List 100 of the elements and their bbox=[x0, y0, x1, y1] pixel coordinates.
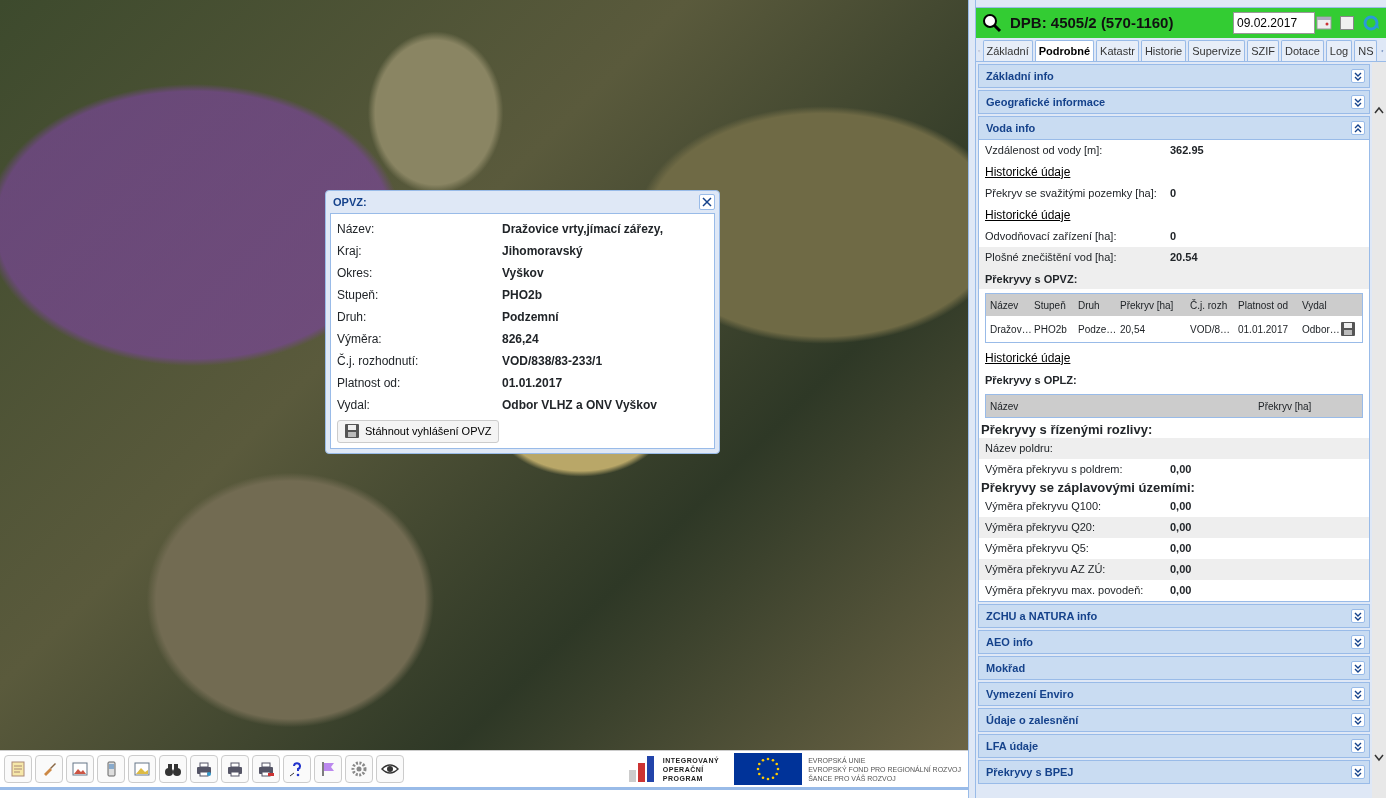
toolbar-button[interactable] bbox=[221, 755, 249, 783]
field-label: Vzdálenost od vody [m]: bbox=[985, 143, 1104, 159]
section-title: Překryvy s BPEJ bbox=[986, 764, 1074, 780]
field-value: 826,24 bbox=[502, 331, 540, 348]
column-header: Název bbox=[990, 399, 1020, 414]
subheading: Překryvy s OPLZ: bbox=[984, 373, 1078, 388]
field-label: Výměra překryvu s poldrem: bbox=[985, 462, 1124, 478]
toolbar-button[interactable] bbox=[252, 755, 280, 783]
section-header[interactable]: Údaje o zalesnění bbox=[978, 708, 1370, 732]
expand-button[interactable] bbox=[1351, 739, 1365, 753]
section-header[interactable]: AEO info bbox=[978, 630, 1370, 654]
gear-icon bbox=[350, 760, 368, 778]
section-header[interactable]: Voda info bbox=[978, 116, 1370, 140]
section-header[interactable]: Vymezení Enviro bbox=[978, 682, 1370, 706]
tab[interactable]: Dotace bbox=[1281, 40, 1324, 61]
column-header: Překryv [ha] bbox=[1258, 399, 1313, 414]
field-value: 0,00 bbox=[1170, 583, 1193, 599]
section-header[interactable]: Geografické informace bbox=[978, 90, 1370, 114]
printer-icon bbox=[195, 760, 213, 778]
tab[interactable]: SZIF bbox=[1247, 40, 1279, 61]
section-header[interactable]: Mokřad bbox=[978, 656, 1370, 680]
section-title: ZCHU a NATURA info bbox=[986, 608, 1098, 624]
expand-button[interactable] bbox=[1351, 687, 1365, 701]
field-label: Název: bbox=[337, 221, 376, 238]
picture-icon bbox=[71, 760, 89, 778]
printer-icon bbox=[226, 760, 244, 778]
column-header: Překryv [ha] bbox=[1120, 298, 1175, 313]
toolbar-button[interactable] bbox=[190, 755, 218, 783]
section-title: Mokřad bbox=[986, 660, 1026, 676]
field-label: Č.j. rozhodnutí: bbox=[337, 352, 420, 370]
tab[interactable]: Log bbox=[1325, 40, 1353, 61]
expand-button[interactable] bbox=[1351, 765, 1365, 779]
expand-button[interactable] bbox=[1351, 661, 1365, 675]
popup-title: OPVZ: bbox=[333, 194, 367, 210]
field-label: Vydal: bbox=[337, 397, 371, 414]
field-label: Výměra překryvu Q5: bbox=[985, 541, 1090, 557]
collapse-button[interactable] bbox=[1351, 121, 1365, 135]
table-cell-text: 20,54 bbox=[1120, 322, 1147, 337]
tab[interactable]: NS bbox=[1354, 40, 1378, 61]
column-header: Vydal bbox=[1302, 298, 1328, 313]
search-icon bbox=[982, 13, 1002, 33]
field-value: 0,00 bbox=[1170, 541, 1193, 557]
tab[interactable]: Podrobné bbox=[1034, 40, 1095, 61]
section-header[interactable]: ZCHU a NATURA info bbox=[978, 604, 1370, 628]
field-label: Výměra překryvu Q20: bbox=[985, 520, 1097, 536]
history-link[interactable]: Historické údaje bbox=[979, 204, 1077, 226]
field-label: Stupeň: bbox=[337, 287, 380, 304]
section-title: Údaje o zalesnění bbox=[986, 712, 1079, 728]
group-heading: Překryvy s řízenými rozlivy: bbox=[980, 422, 1154, 438]
expand-button[interactable] bbox=[1351, 635, 1365, 649]
tab[interactable]: Katastr bbox=[1096, 40, 1139, 61]
section-title: Základní info bbox=[986, 68, 1054, 84]
field-value: 0 bbox=[1170, 229, 1178, 245]
checkbox[interactable] bbox=[1340, 16, 1354, 30]
field-label: Okres: bbox=[337, 265, 374, 282]
field-value: Odbor VLHZ a ONV Vyškov bbox=[502, 397, 658, 414]
field-label: Výměra: bbox=[337, 331, 383, 348]
field-label: Odvodňovací zařízení [ha]: bbox=[985, 229, 1118, 245]
field-value: PHO2b bbox=[502, 287, 543, 304]
field-value: VOD/838/83-233/1 bbox=[502, 353, 604, 370]
group-heading: Překryvy se záplavovými územími: bbox=[980, 480, 1196, 496]
history-link[interactable]: Historické údaje bbox=[979, 161, 1077, 183]
printer-icon bbox=[257, 760, 275, 778]
toolbar-button[interactable] bbox=[159, 755, 187, 783]
expand-button[interactable] bbox=[1351, 609, 1365, 623]
section-header[interactable]: Základní info bbox=[978, 64, 1370, 88]
field-value: Dražovice vrty,jímací zářezy, bbox=[502, 221, 664, 238]
column-header: Č.j. rozh bbox=[1190, 298, 1229, 313]
tab[interactable]: Historie bbox=[1140, 40, 1187, 61]
field-label: Výměra překryvu Q100: bbox=[985, 499, 1103, 515]
toolbar-button[interactable] bbox=[376, 755, 404, 783]
field-value: 0,00 bbox=[1170, 562, 1193, 578]
section-title: LFA údaje bbox=[986, 738, 1039, 754]
section-header[interactable]: Překryvy s BPEJ bbox=[978, 760, 1370, 784]
section-header[interactable]: LFA údaje bbox=[978, 734, 1370, 758]
date-field[interactable]: 09.02.2017 bbox=[1233, 12, 1315, 34]
panel-title: DPB: 4505/2 (570-1160) bbox=[1010, 12, 1175, 33]
map-image[interactable] bbox=[0, 0, 968, 750]
field-value: Vyškov bbox=[502, 265, 545, 282]
expand-button[interactable] bbox=[1351, 69, 1365, 83]
table-cell-text: Odbor… bbox=[1302, 322, 1340, 337]
field-label: Název poldru: bbox=[985, 441, 1054, 457]
field-label: Plošné znečištění vod [ha]: bbox=[985, 250, 1118, 266]
tab[interactable]: Supervize bbox=[1188, 40, 1246, 61]
expand-button[interactable] bbox=[1351, 95, 1365, 109]
field-label: Kraj: bbox=[337, 243, 363, 260]
close-button[interactable] bbox=[699, 194, 715, 210]
field-value: 0,00 bbox=[1170, 520, 1193, 536]
scrollbar[interactable] bbox=[1372, 62, 1386, 798]
table-cell-text: PHO2b bbox=[1034, 322, 1068, 337]
column-header: Stupeň bbox=[1034, 298, 1067, 313]
tab[interactable]: Základní bbox=[982, 40, 1033, 61]
toolbar-button[interactable] bbox=[283, 755, 311, 783]
save-icon[interactable] bbox=[1340, 321, 1356, 337]
history-link[interactable]: Historické údaje bbox=[979, 347, 1077, 369]
table-cell-text: VOD/8… bbox=[1190, 322, 1231, 337]
expand-button[interactable] bbox=[1351, 713, 1365, 727]
download-button[interactable]: Stáhnout vyhlášení OPVZ bbox=[337, 420, 499, 443]
field-value: 362.95 bbox=[1170, 143, 1205, 159]
field-value: 01.01.2017 bbox=[502, 375, 564, 392]
